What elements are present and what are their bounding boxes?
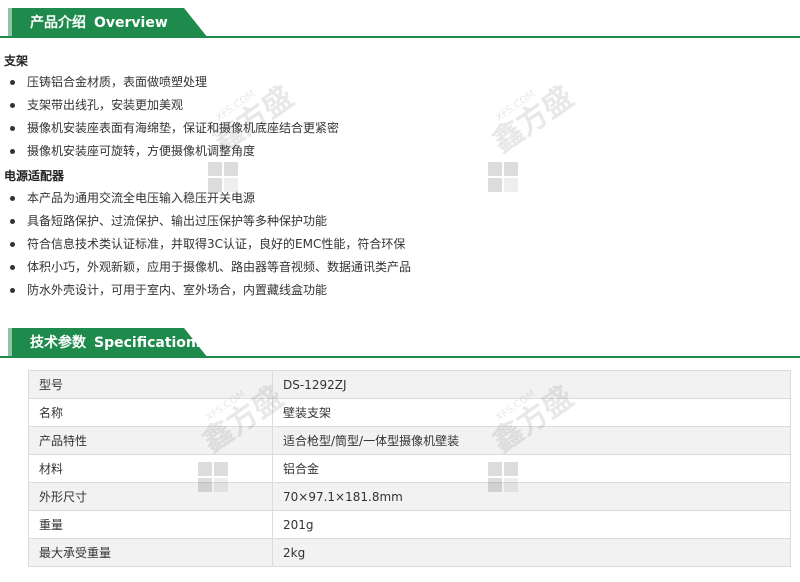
spec-value: 2kg [272,538,791,567]
list-item: 防水外壳设计，可用于室内、室外场合，内置藏线盒功能 [0,279,411,302]
list-item: 支架带出线孔，安装更加美观 [0,94,339,117]
overview-header-rule [0,36,800,38]
svg-text:鑫方盛: 鑫方盛 [486,80,580,160]
spec-value: 201g [272,510,791,539]
bullet-dot-icon [10,126,15,131]
bullet-dot-icon [10,265,15,270]
bullet-dot-icon [10,288,15,293]
bullet-dot-icon [10,149,15,154]
spec-key: 产品特性 [28,426,273,455]
spec-key: 型号 [28,370,273,399]
bullet-dot-icon [10,219,15,224]
overview-title: 产品介绍 Overview [30,8,168,38]
spec-value: 壁装支架 [272,398,791,427]
bracket-feature-list: 压铸铝合金材质，表面做喷塑处理 支架带出线孔，安装更加美观 摄像机安装座表面有海… [0,71,339,163]
spec-value: DS-1292ZJ [272,370,791,399]
group-title-power-adapter: 电源适配器 [4,169,65,183]
header-tick-mark [8,328,12,358]
list-item: 摄像机安装座表面有海绵垫，保证和摄像机底座结合更紧密 [0,117,339,140]
spec-value: 铝合金 [272,454,791,483]
list-item: 具备短路保护、过流保护、输出过压保护等多种保护功能 [0,210,411,233]
table-row: 外形尺寸 70×97.1×181.8mm [28,482,791,511]
spec-value: 适合枪型/筒型/一体型摄像机壁装 [272,426,791,455]
table-row: 重量 201g [28,510,791,539]
list-item: 体积小巧，外观新颖，应用于摄像机、路由器等音视频、数据通讯类产品 [0,256,411,279]
svg-text:XFS.COM: XFS.COM [494,89,538,124]
table-row: 产品特性 适合枪型/筒型/一体型摄像机壁装 [28,426,791,455]
table-row: 材料 铝合金 [28,454,791,483]
specs-title: 技术参数 Specifications [30,328,204,358]
overview-title-cn: 产品介绍 [30,15,86,31]
specs-header: 技术参数 Specifications [0,328,800,358]
table-row: 名称 壁装支架 [28,398,791,427]
list-item: 摄像机安装座可旋转，方便摄像机调整角度 [0,140,339,163]
header-tick-mark [8,8,12,38]
list-item: 本产品为通用交流全电压输入稳压开关电源 [0,187,411,210]
bullet-dot-icon [10,103,15,108]
specs-title-cn: 技术参数 [30,335,86,351]
spec-key: 材料 [28,454,273,483]
adapter-feature-list: 本产品为通用交流全电压输入稳压开关电源 具备短路保护、过流保护、输出过压保护等多… [0,187,411,302]
bullet-dot-icon [10,80,15,85]
list-item: 符合信息技术类认证标准，并取得3C认证，良好的EMC性能，符合环保 [0,233,411,256]
bullet-dot-icon [10,242,15,247]
bullet-dot-icon [10,196,15,201]
watermark-logo-icon: 鑫方盛 XFS.COM [486,80,580,192]
table-row: 最大承受重量 2kg [28,538,791,567]
specs-table: 型号 DS-1292ZJ 名称 壁装支架 产品特性 适合枪型/筒型/一体型摄像机… [28,370,791,567]
specs-header-rule [0,356,800,358]
spec-key: 名称 [28,398,273,427]
specs-title-en: Specifications [94,335,205,351]
spec-value: 70×97.1×181.8mm [272,482,791,511]
spec-key: 重量 [28,510,273,539]
table-row: 型号 DS-1292ZJ [28,370,791,399]
group-title-bracket: 支架 [4,54,29,68]
list-item: 压铸铝合金材质，表面做喷塑处理 [0,71,339,94]
spec-key: 最大承受重量 [28,538,273,567]
overview-header: 产品介绍 Overview [0,8,800,38]
spec-key: 外形尺寸 [28,482,273,511]
overview-title-en: Overview [94,15,168,31]
